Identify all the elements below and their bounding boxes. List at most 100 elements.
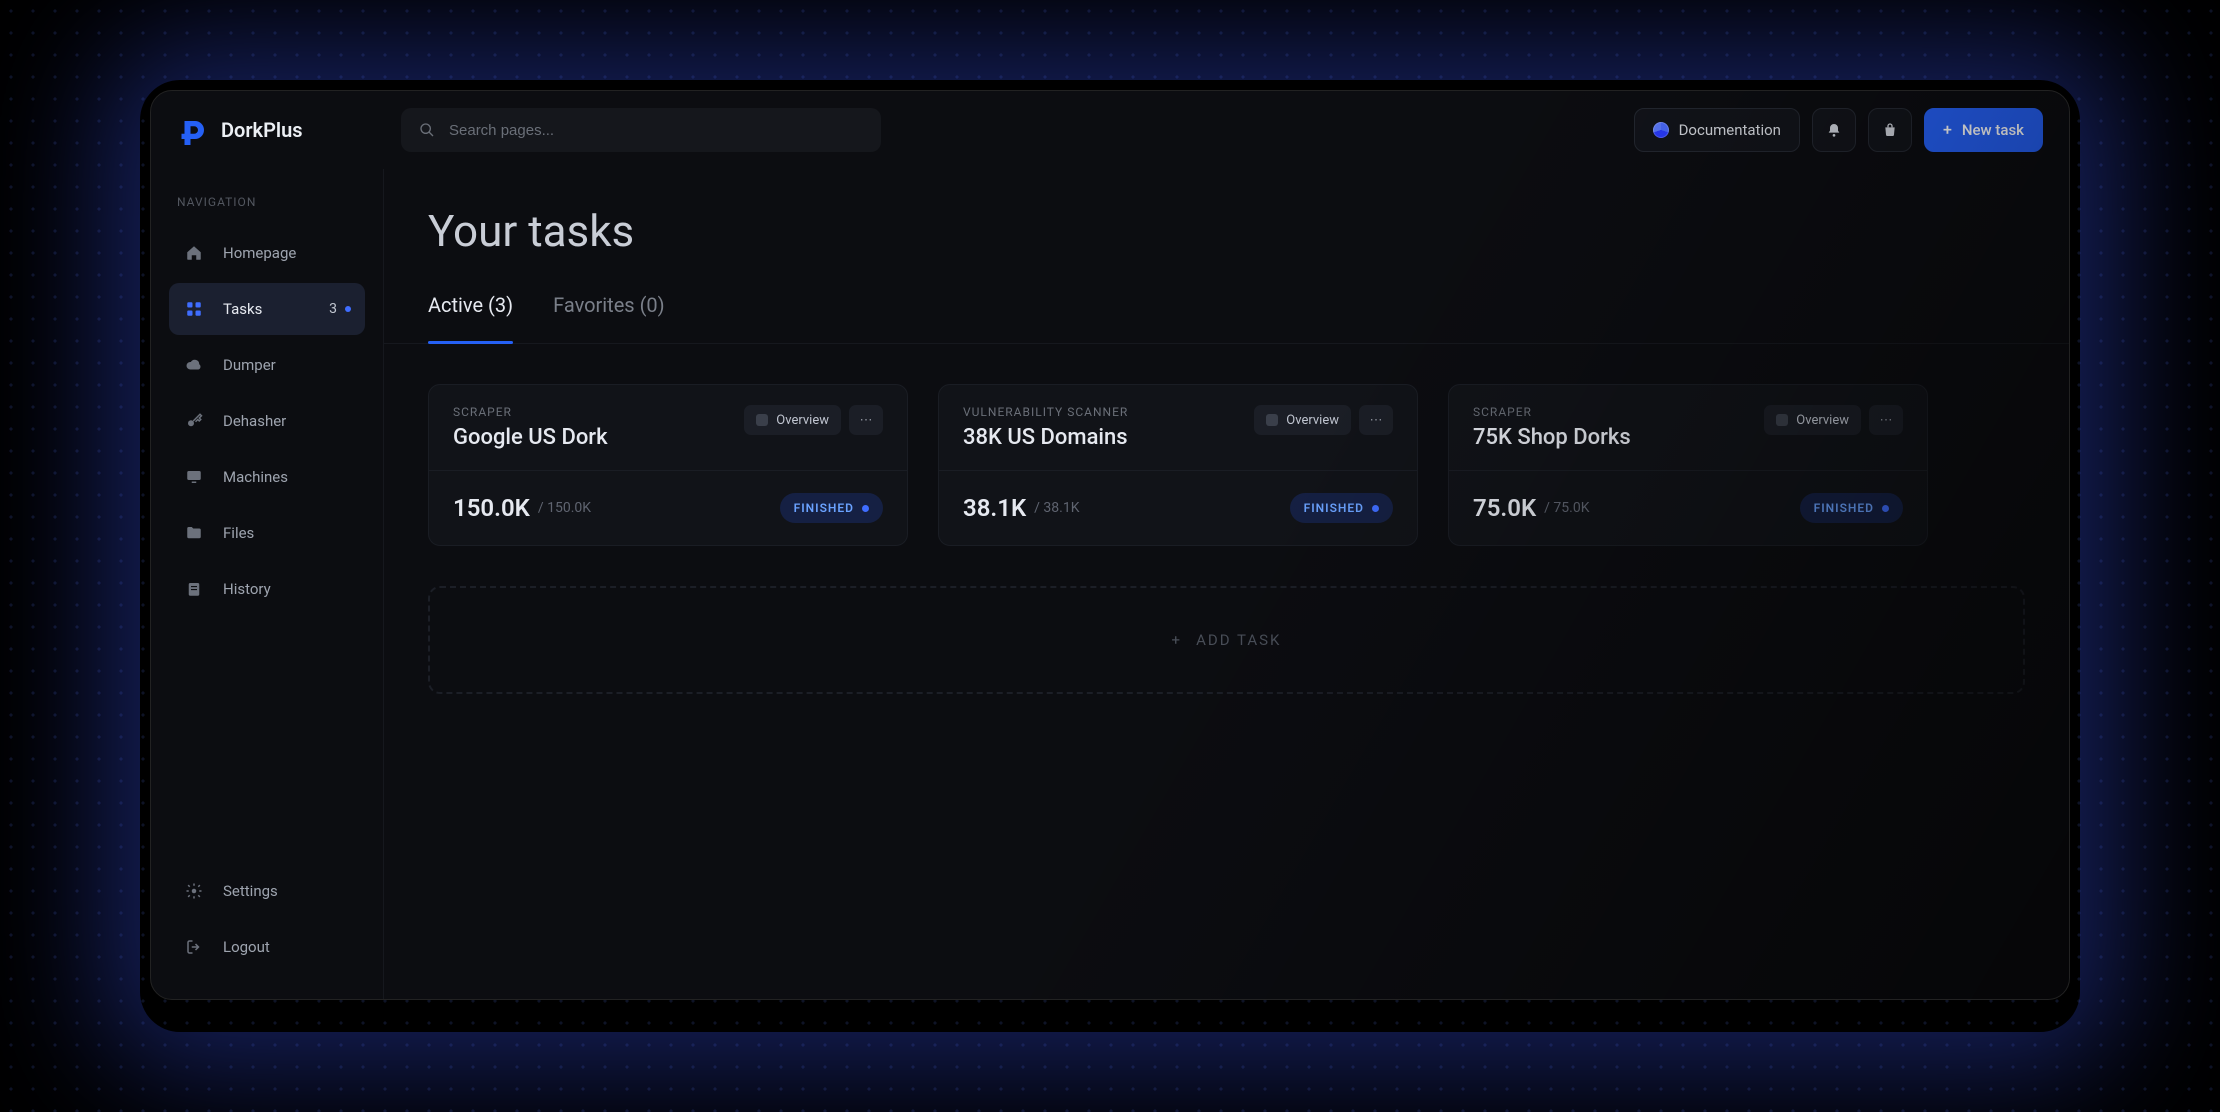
sidebar-item-label: Tasks bbox=[223, 300, 262, 318]
sidebar-item-dehasher[interactable]: Dehasher bbox=[169, 395, 365, 447]
task-stat: 75.0K bbox=[1473, 494, 1536, 522]
task-card: SCRAPER Google US Dork Overview ⋯ bbox=[428, 384, 908, 546]
sidebar-item-history[interactable]: History bbox=[169, 563, 365, 615]
task-kicker: VULNERABILITY SCANNER bbox=[963, 405, 1128, 419]
overview-icon bbox=[1776, 414, 1788, 426]
page-title: Your tasks bbox=[428, 205, 2025, 257]
sidebar-item-label: Machines bbox=[223, 468, 288, 486]
task-kicker: SCRAPER bbox=[453, 405, 608, 419]
app-window: DorkPlus Documentation bbox=[150, 90, 2070, 1000]
overview-icon bbox=[1266, 414, 1278, 426]
task-kicker: SCRAPER bbox=[1473, 405, 1631, 419]
status-dot-icon bbox=[1372, 505, 1379, 512]
notifications-button[interactable] bbox=[1812, 108, 1856, 152]
folder-icon bbox=[183, 524, 205, 542]
ellipsis-icon: ⋯ bbox=[860, 413, 873, 428]
key-icon bbox=[183, 412, 205, 430]
card-more-button[interactable]: ⋯ bbox=[1869, 405, 1903, 435]
task-card: SCRAPER 75K Shop Dorks Overview ⋯ bbox=[1448, 384, 1928, 546]
sidebar-item-machines[interactable]: Machines bbox=[169, 451, 365, 503]
ellipsis-icon: ⋯ bbox=[1880, 413, 1893, 428]
card-more-button[interactable]: ⋯ bbox=[849, 405, 883, 435]
task-status: FINISHED bbox=[1290, 493, 1393, 523]
sidebar-item-dumper[interactable]: Dumper bbox=[169, 339, 365, 391]
add-task-label: ADD TASK bbox=[1196, 631, 1281, 649]
overview-button[interactable]: Overview bbox=[1254, 405, 1351, 435]
task-stat-total: / 150.0K bbox=[538, 500, 591, 516]
task-status: FINISHED bbox=[1800, 493, 1903, 523]
search-box[interactable] bbox=[401, 108, 881, 152]
task-name: Google US Dork bbox=[453, 425, 608, 450]
tab-active[interactable]: Active (3) bbox=[428, 293, 513, 343]
sidebar-item-label: Homepage bbox=[223, 244, 296, 262]
task-cards: SCRAPER Google US Dork Overview ⋯ bbox=[384, 344, 2069, 586]
brand-name: DorkPlus bbox=[221, 118, 303, 142]
overview-button[interactable]: Overview bbox=[1764, 405, 1861, 435]
task-stat: 38.1K bbox=[963, 494, 1026, 522]
bag-icon bbox=[1882, 122, 1898, 138]
card-more-button[interactable]: ⋯ bbox=[1359, 405, 1393, 435]
documentation-button[interactable]: Documentation bbox=[1634, 108, 1800, 152]
body: NAVIGATION Homepage Tasks 3 bbox=[151, 169, 2069, 999]
task-status: FINISHED bbox=[780, 493, 883, 523]
status-dot-icon bbox=[1882, 505, 1889, 512]
globe-icon bbox=[1653, 122, 1669, 138]
main-content: Your tasks Active (3) Favorites (0) SCRA… bbox=[383, 169, 2069, 999]
sidebar-item-label: History bbox=[223, 580, 271, 598]
sidebar-item-logout[interactable]: Logout bbox=[169, 921, 365, 973]
sidebar-item-label: Settings bbox=[223, 882, 278, 900]
sidebar-item-label: Files bbox=[223, 524, 254, 542]
new-task-label: New task bbox=[1962, 121, 2024, 139]
sidebar-item-files[interactable]: Files bbox=[169, 507, 365, 559]
sidebar-tasks-count: 3 bbox=[329, 301, 337, 317]
bell-icon bbox=[1826, 122, 1842, 138]
task-status-label: FINISHED bbox=[1304, 501, 1364, 515]
topbar-actions: Documentation + New task bbox=[1634, 108, 2043, 152]
history-icon bbox=[183, 580, 205, 598]
add-task-button[interactable]: + ADD TASK bbox=[428, 586, 2025, 694]
brand[interactable]: DorkPlus bbox=[177, 115, 377, 145]
task-name: 38K US Domains bbox=[963, 425, 1128, 450]
overview-button[interactable]: Overview bbox=[744, 405, 841, 435]
logout-icon bbox=[183, 938, 205, 956]
search-input[interactable] bbox=[449, 122, 863, 139]
new-task-button[interactable]: + New task bbox=[1924, 108, 2043, 152]
page-header: Your tasks bbox=[384, 169, 2069, 257]
sidebar-item-tasks[interactable]: Tasks 3 bbox=[169, 283, 365, 335]
ellipsis-icon: ⋯ bbox=[1370, 413, 1383, 428]
task-name: 75K Shop Dorks bbox=[1473, 425, 1631, 450]
task-status-label: FINISHED bbox=[794, 501, 854, 515]
gear-icon bbox=[183, 882, 205, 900]
dot-indicator-icon bbox=[345, 306, 351, 312]
overview-icon bbox=[756, 414, 768, 426]
overview-label: Overview bbox=[1796, 413, 1849, 428]
plus-icon: + bbox=[1943, 122, 1952, 138]
sidebar-item-label: Dehasher bbox=[223, 412, 286, 430]
monitor-icon bbox=[183, 468, 205, 486]
sidebar-item-homepage[interactable]: Homepage bbox=[169, 227, 365, 279]
sidebar-section-label: NAVIGATION bbox=[177, 195, 357, 209]
task-stat-total: / 38.1K bbox=[1034, 500, 1079, 516]
task-stat-total: / 75.0K bbox=[1544, 500, 1589, 516]
task-stat: 150.0K bbox=[453, 494, 530, 522]
documentation-label: Documentation bbox=[1679, 121, 1781, 139]
sidebar: NAVIGATION Homepage Tasks 3 bbox=[151, 169, 383, 999]
sidebar-item-label: Dumper bbox=[223, 356, 276, 374]
logo-icon bbox=[177, 115, 207, 145]
sidebar-item-label: Logout bbox=[223, 938, 270, 956]
topbar: DorkPlus Documentation bbox=[151, 91, 2069, 169]
store-button[interactable] bbox=[1868, 108, 1912, 152]
plus-icon: + bbox=[1172, 631, 1183, 649]
task-status-label: FINISHED bbox=[1814, 501, 1874, 515]
status-dot-icon bbox=[862, 505, 869, 512]
sidebar-tasks-badge: 3 bbox=[329, 301, 351, 317]
cloud-icon bbox=[183, 356, 205, 374]
task-card: VULNERABILITY SCANNER 38K US Domains Ove… bbox=[938, 384, 1418, 546]
home-icon bbox=[183, 244, 205, 262]
tabs: Active (3) Favorites (0) bbox=[384, 257, 2069, 344]
overview-label: Overview bbox=[776, 413, 829, 428]
overview-label: Overview bbox=[1286, 413, 1339, 428]
tab-favorites[interactable]: Favorites (0) bbox=[553, 293, 665, 343]
search-icon bbox=[419, 122, 435, 138]
sidebar-item-settings[interactable]: Settings bbox=[169, 865, 365, 917]
